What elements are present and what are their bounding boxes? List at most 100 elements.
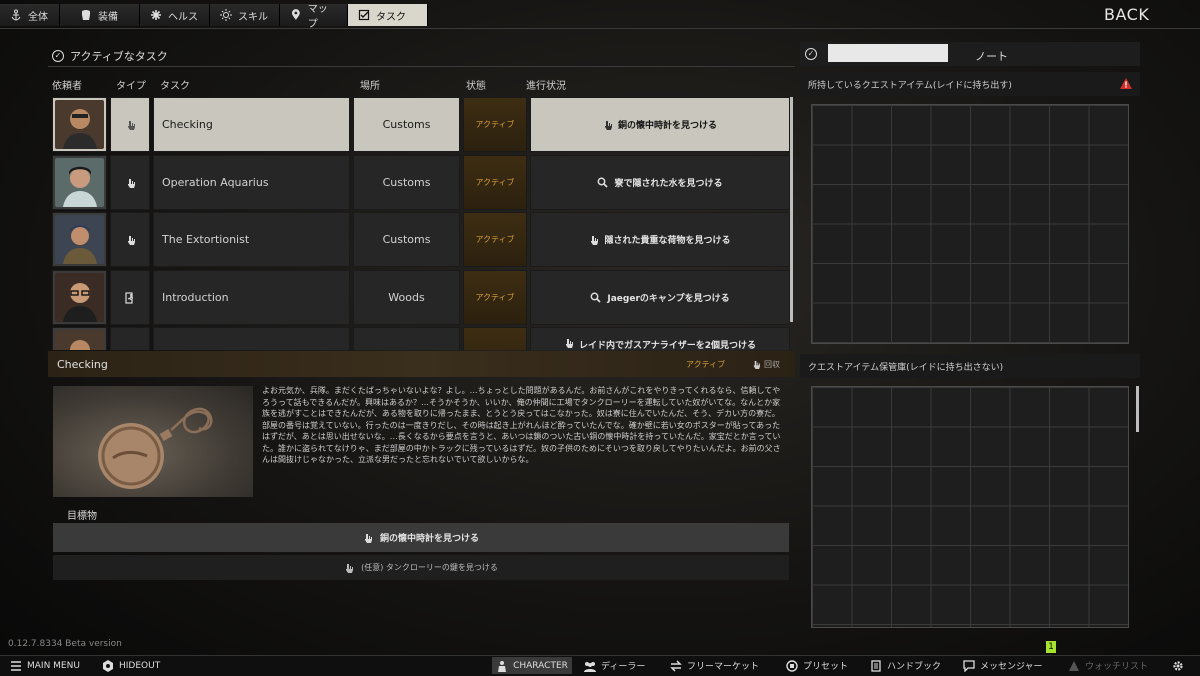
detail-task-status: アクティブ [686, 359, 726, 369]
task-row-operation-aquarius[interactable]: Operation Aquarius Customs アクティブ 寮で隠された水… [52, 155, 790, 210]
task-row-checking[interactable]: Checking Customs アクティブ 銅の懐中時計を見つける [52, 97, 790, 152]
task-status: アクティブ [463, 97, 527, 152]
flea-market-button[interactable]: フリーマーケット [670, 657, 759, 674]
giver-avatar-cell [52, 97, 107, 152]
task-status [463, 327, 527, 350]
check-circle-icon: ✓ [805, 48, 817, 60]
task-name: The Extortionist [153, 212, 350, 267]
task-type-cell [110, 327, 150, 350]
detail-task-title: Checking [57, 357, 108, 371]
task-type-cell [110, 155, 150, 210]
settings-button[interactable] [1172, 657, 1184, 674]
messenger-icon [963, 659, 975, 672]
gear-icon [1173, 660, 1183, 671]
watchlist-button[interactable]: ウォッチリスト [1068, 657, 1148, 674]
turn-in-label: 回収 [764, 359, 780, 369]
task-progress: 寮で隠された水を見つける [530, 155, 790, 210]
tab-notes[interactable]: ノート [975, 48, 1008, 64]
main-menu-button[interactable]: MAIN MENU [10, 657, 80, 674]
hideout-button[interactable]: HIDEOUT [102, 657, 160, 674]
stash-scrollbar[interactable] [1136, 386, 1139, 432]
task-detail-header: Checking アクティブ 回収 [48, 351, 795, 377]
quest-stash-grid[interactable] [811, 386, 1129, 628]
hand-icon [565, 339, 573, 348]
objectives-label: 目標物 [67, 511, 97, 522]
messenger-button[interactable]: メッセンジャー [963, 657, 1043, 674]
builds-label: プリセット [803, 662, 849, 672]
character-button[interactable]: CHARACTER [492, 657, 572, 674]
redacted-tab[interactable] [828, 44, 948, 62]
builds-button[interactable]: プリセット [786, 657, 848, 674]
traders-button[interactable]: ディーラー [584, 657, 645, 674]
handbook-icon [871, 659, 881, 672]
task-type-cell [110, 270, 150, 325]
avatar-giver [55, 330, 104, 350]
avatar-skier [55, 215, 104, 264]
messenger-label: メッセンジャー [980, 662, 1043, 672]
task-image-pocket-watch [53, 386, 253, 497]
objective-item-optional: (任意) タンクローリーの鍵を見つける [53, 555, 789, 580]
hand-icon [591, 235, 599, 245]
menu-icon [11, 660, 21, 671]
avatar-therapist [55, 158, 104, 207]
task-list-scrollbar[interactable] [790, 97, 793, 322]
watchlist-label: ウォッチリスト [1085, 662, 1149, 672]
quest-items-grid[interactable] [811, 104, 1129, 344]
task-type-cell [110, 97, 150, 152]
warning-triangle-icon [1069, 660, 1079, 671]
task-location: Customs [353, 212, 460, 267]
task-location [353, 327, 460, 350]
task-status: アクティブ [463, 270, 527, 325]
flea-market-label: フリーマーケット [687, 662, 760, 672]
task-description: よお元気か、兵隊。まだくたばっちゃいないよな？よし。…ちょっとした問題があるんだ… [262, 386, 781, 464]
search-icon [590, 292, 602, 303]
task-progress: レイド内でガスアナライザーを2個見つける [530, 327, 790, 350]
avatar-prapor [55, 100, 104, 149]
task-name [153, 327, 350, 350]
task-name: Operation Aquarius [153, 155, 350, 210]
exit-icon [124, 291, 133, 304]
task-row-partial[interactable]: レイド内でガスアナライザーを2個見つける [52, 327, 790, 350]
quest-items-title: 所持しているクエストアイテム(レイドに持ち出す) [808, 80, 1012, 91]
hideout-label: HIDEOUT [119, 660, 161, 671]
task-progress: 銅の懐中時計を見つける [530, 97, 790, 152]
version-label: 0.12.7.8334 Beta version [8, 639, 122, 649]
exchange-icon [670, 659, 682, 672]
hand-icon [127, 178, 135, 188]
character-icon [498, 660, 507, 672]
hideout-icon [103, 659, 113, 672]
hand-icon [127, 235, 135, 245]
pocket-watch-image [98, 407, 213, 489]
task-location: Customs [353, 97, 460, 152]
task-status: アクティブ [463, 155, 527, 210]
builds-icon [786, 659, 798, 672]
objective-text: (任意) タンクローリーの鍵を見つける [361, 563, 498, 572]
objective-text: 銅の懐中時計を見つける [379, 534, 479, 544]
task-location: Customs [353, 155, 460, 210]
task-progress-text: レイド内でガスアナライザーを2個見つける [578, 341, 757, 350]
task-name: Introduction [153, 270, 350, 325]
task-status: アクティブ [463, 212, 527, 267]
giver-avatar-cell [52, 327, 107, 350]
character-label: CHARACTER [513, 660, 568, 671]
quest-items-header: 所持しているクエストアイテム(レイドに持ち出す) [800, 72, 1140, 96]
giver-avatar-cell [52, 212, 107, 267]
hand-icon [753, 360, 760, 369]
traders-label: ディーラー [601, 662, 646, 672]
task-progress: Jaegerのキャンプを見つける [530, 270, 790, 325]
quest-stash-header: クエストアイテム保管庫(レイドに持ち出さない) [800, 354, 1140, 378]
task-progress-text: 隠された貴重な荷物を見つける [604, 236, 731, 246]
handbook-button[interactable]: ハンドブック [870, 657, 941, 674]
task-progress-text: 銅の懐中時計を見つける [617, 121, 717, 131]
avatar-mechanic [55, 273, 104, 322]
notification-counter: 1 [1046, 641, 1056, 653]
task-row-introduction[interactable]: Introduction Woods アクティブ Jaegerのキャンプを見つけ… [52, 270, 790, 325]
hand-icon [127, 120, 135, 130]
search-icon [598, 177, 609, 188]
turn-in-button[interactable]: 回収 [752, 359, 780, 370]
task-row-the-extortionist[interactable]: The Extortionist Customs アクティブ 隠された貴重な荷物… [52, 212, 790, 267]
hand-icon [126, 350, 135, 351]
task-progress: 隠された貴重な荷物を見つける [530, 212, 790, 267]
task-type-cell [110, 212, 150, 267]
hand-icon [346, 563, 354, 573]
